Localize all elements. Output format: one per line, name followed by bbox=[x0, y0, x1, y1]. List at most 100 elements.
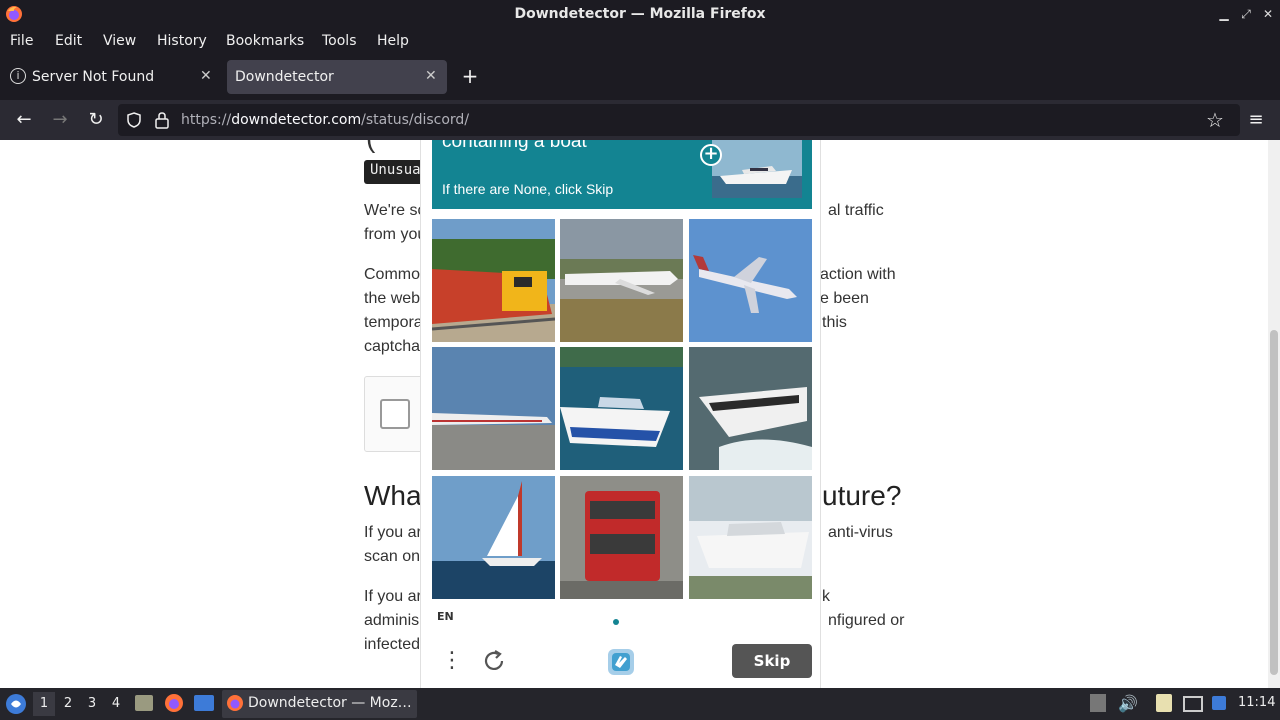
info-icon: i bbox=[10, 68, 26, 84]
menu-tools[interactable]: Tools bbox=[322, 33, 357, 49]
para1-line1: We're so bbox=[364, 202, 427, 219]
lock-icon[interactable] bbox=[154, 111, 170, 129]
prompt-subtitle: If there are None, click Skip bbox=[442, 181, 614, 197]
menu-file[interactable]: File bbox=[10, 33, 33, 49]
clock: 11:14 bbox=[1238, 695, 1276, 710]
captcha-checkbox[interactable] bbox=[380, 399, 410, 429]
speedboat-wake-image bbox=[689, 347, 812, 470]
airplane-runway-image bbox=[432, 347, 555, 470]
sailboat-image bbox=[432, 476, 555, 599]
challenge-tile-3[interactable] bbox=[689, 219, 812, 342]
maximize-icon[interactable]: ⤢ bbox=[1237, 5, 1255, 23]
firefox-launcher-icon[interactable] bbox=[164, 693, 184, 713]
menu-edit[interactable]: Edit bbox=[55, 33, 82, 49]
close-window-icon[interactable]: ✕ bbox=[1259, 5, 1277, 23]
menu-bookmarks[interactable]: Bookmarks bbox=[226, 33, 304, 49]
para4-line2-end: nfigured or bbox=[828, 612, 905, 629]
navigation-bar: ← → ↻ https://downdetector.com/status/di… bbox=[0, 100, 1280, 140]
skip-button[interactable]: Skip bbox=[732, 644, 812, 678]
para2-line2: the web bbox=[364, 290, 421, 307]
url-text[interactable]: https://downdetector.com/status/discord/ bbox=[181, 112, 469, 128]
display-icon[interactable] bbox=[1183, 696, 1203, 712]
hamburger-menu-icon[interactable]: ≡ bbox=[1244, 108, 1268, 132]
workspace-2[interactable]: 2 bbox=[57, 692, 79, 716]
prompt-title: containing a boat bbox=[442, 140, 587, 152]
unusual-badge: Unusua bbox=[364, 160, 427, 184]
para2-line1-end: action with bbox=[820, 266, 896, 283]
url-path: /status/discord/ bbox=[361, 112, 470, 128]
challenge-tile-2[interactable] bbox=[560, 219, 683, 342]
url-bar[interactable]: https://downdetector.com/status/discord/… bbox=[118, 104, 1240, 136]
train-image bbox=[432, 219, 555, 342]
challenge-tile-5[interactable] bbox=[560, 347, 683, 470]
tab-bar: i Server Not Found ✕ Downdetector ✕ bbox=[0, 54, 1280, 100]
file-manager-icon[interactable] bbox=[135, 695, 153, 711]
para4-line1: If you ar bbox=[364, 588, 422, 605]
reload-icon[interactable]: ↻ bbox=[84, 108, 108, 132]
menu-history[interactable]: History bbox=[157, 33, 207, 49]
taskbar: 1 2 3 4 Downdetector — Moz… 🔊 11:14 bbox=[0, 688, 1280, 720]
para2-line4: captcha bbox=[364, 338, 421, 355]
para1-line2: from you bbox=[364, 226, 427, 243]
example-boat-image[interactable] bbox=[712, 140, 802, 198]
shield-icon[interactable] bbox=[126, 112, 142, 128]
double-decker-bus-image bbox=[560, 476, 683, 599]
new-tab-button[interactable]: + bbox=[459, 65, 481, 87]
tray-storage-icon[interactable] bbox=[1090, 694, 1106, 712]
terminal-icon[interactable] bbox=[194, 695, 214, 711]
volume-icon[interactable]: 🔊 bbox=[1118, 694, 1138, 714]
menu-dots-icon[interactable]: ⋮ bbox=[441, 648, 463, 674]
close-tab-icon[interactable]: ✕ bbox=[200, 68, 212, 84]
challenge-tile-7[interactable] bbox=[432, 476, 555, 599]
challenge-tile-8[interactable] bbox=[560, 476, 683, 599]
heading-fragment: ( bbox=[366, 140, 375, 152]
minimize-icon[interactable]: ▁ bbox=[1215, 5, 1233, 23]
refresh-icon[interactable] bbox=[481, 648, 507, 674]
tab-downdetector[interactable]: Downdetector ✕ bbox=[227, 60, 447, 94]
taskbar-window-label: Downdetector — Moz… bbox=[248, 695, 412, 711]
para3-line1-end: anti-virus bbox=[828, 524, 893, 541]
speedboat-blue-image bbox=[560, 347, 683, 470]
menu-bar: File Edit View History Bookmarks Tools H… bbox=[0, 30, 1280, 54]
workspace-3[interactable]: 3 bbox=[81, 692, 103, 716]
section-heading-end: uture? bbox=[822, 480, 902, 511]
tab-label: Downdetector bbox=[235, 69, 334, 85]
challenge-tile-9[interactable] bbox=[689, 476, 812, 599]
scrollbar-thumb[interactable] bbox=[1270, 330, 1278, 675]
challenge-prompt: containing a boat If there are None, cli… bbox=[432, 140, 812, 209]
language-selector[interactable]: EN bbox=[437, 610, 454, 623]
menu-help[interactable]: Help bbox=[377, 33, 409, 49]
menu-view[interactable]: View bbox=[103, 33, 136, 49]
workspace-4[interactable]: 4 bbox=[105, 692, 127, 716]
start-menu-icon[interactable] bbox=[5, 693, 27, 715]
tab-server-not-found[interactable]: i Server Not Found ✕ bbox=[0, 60, 222, 94]
window-title: Downdetector — Mozilla Firefox bbox=[514, 6, 766, 22]
para1-line1-end: al traffic bbox=[828, 202, 884, 219]
back-icon[interactable]: ← bbox=[12, 108, 36, 132]
zoom-plus-icon[interactable]: + bbox=[700, 144, 722, 166]
hcaptcha-logo-icon[interactable] bbox=[604, 645, 638, 679]
para2-line2-end: e been bbox=[820, 290, 869, 307]
para3-line1: If you ar bbox=[364, 524, 422, 541]
challenge-tile-4[interactable] bbox=[432, 347, 555, 470]
para4-line3: infected bbox=[364, 636, 421, 653]
challenge-tile-1[interactable] bbox=[432, 219, 555, 342]
window-titlebar: Downdetector — Mozilla Firefox ▁ ⤢ ✕ bbox=[0, 0, 1280, 30]
section-heading: Wha bbox=[364, 480, 422, 511]
bookmark-star-icon[interactable]: ☆ bbox=[1206, 108, 1224, 132]
url-scheme: https:// bbox=[181, 112, 232, 128]
taskbar-firefox-window[interactable]: Downdetector — Moz… bbox=[222, 690, 417, 718]
clipboard-icon[interactable] bbox=[1156, 694, 1172, 712]
para3-line2: scan on bbox=[364, 548, 421, 565]
para4-line2: adminis bbox=[364, 612, 420, 629]
para2-line3-end: this bbox=[822, 314, 847, 331]
forward-icon[interactable]: → bbox=[48, 108, 72, 132]
workspace-1[interactable]: 1 bbox=[33, 692, 55, 716]
url-domain: downdetector.com bbox=[231, 112, 362, 128]
para4-line1-end: k bbox=[822, 588, 830, 605]
firefox-task-icon bbox=[227, 695, 243, 711]
page-scrollbar[interactable] bbox=[1268, 140, 1280, 688]
challenge-tile-6[interactable] bbox=[689, 347, 812, 470]
close-tab-icon[interactable]: ✕ bbox=[425, 68, 437, 84]
network-icon[interactable] bbox=[1212, 696, 1226, 710]
